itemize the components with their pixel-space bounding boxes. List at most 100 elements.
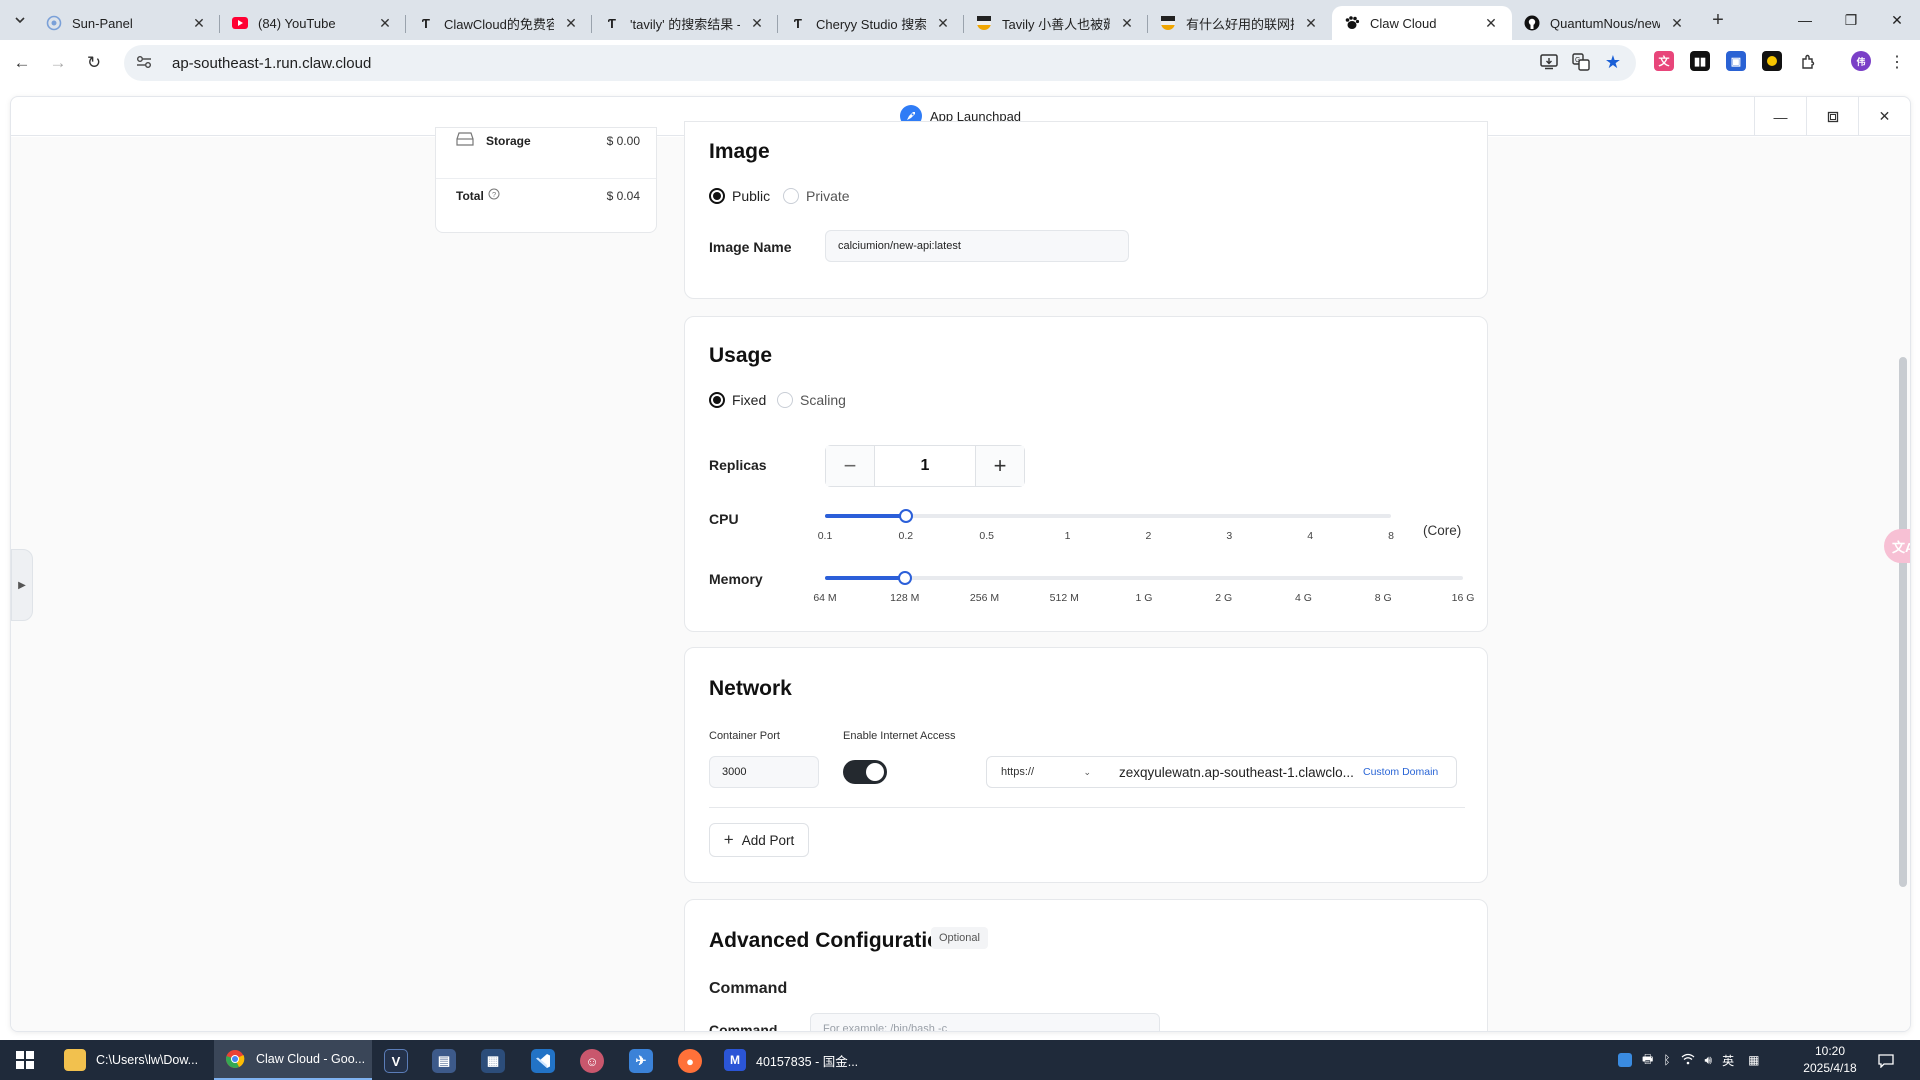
profile-avatar[interactable]: 伟	[1851, 51, 1871, 71]
cpu-slider-thumb[interactable]	[898, 509, 913, 523]
close-tab-icon[interactable]: ✕	[190, 14, 208, 32]
browser-tab[interactable]: Ƭ ClawCloud的免费容 ✕	[406, 6, 592, 40]
close-tab-icon[interactable]: ✕	[1668, 14, 1686, 32]
image-name-input[interactable]: calciumion/new-api:latest	[825, 230, 1129, 262]
browser-tab[interactable]: 有什么好用的联网搜 ✕	[1148, 6, 1332, 40]
browser-tab[interactable]: Sun-Panel ✕	[34, 6, 220, 40]
ime-indicator[interactable]: 英	[1722, 1052, 1734, 1069]
decrement-button[interactable]: −	[826, 446, 874, 486]
help-circle-icon[interactable]: ?	[488, 188, 500, 203]
system-tray: 🖶 ᛒ 🔊︎ 英 ▦	[1618, 1040, 1759, 1080]
clipper-extension-icon[interactable]: ▣	[1726, 51, 1746, 71]
floating-translate-button[interactable]: 文A	[1884, 529, 1910, 563]
remote-desktop-icon[interactable]: ▤	[432, 1049, 456, 1073]
address-bar[interactable]: ap-southeast-1.run.claw.cloud	[124, 45, 1636, 81]
chevron-down-icon: ⌄	[1083, 766, 1091, 777]
memory-slider[interactable]	[825, 571, 1463, 585]
memory-slider-thumb[interactable]	[897, 571, 912, 585]
app-close-button[interactable]: ✕	[1858, 97, 1910, 136]
close-tab-icon[interactable]: ✕	[376, 14, 394, 32]
chrome-menu-icon[interactable]: ⋮	[1886, 51, 1908, 73]
notification-center-icon[interactable]	[1874, 1049, 1898, 1073]
close-tab-icon[interactable]: ✕	[748, 14, 766, 32]
private-radio[interactable]: Private	[783, 188, 850, 204]
translate-extension-icon[interactable]: 文	[1654, 51, 1674, 71]
new-tab-button[interactable]: +	[1704, 8, 1732, 32]
cpu-unit-label: (Core)	[1423, 523, 1462, 538]
replicas-value[interactable]: 1	[874, 446, 976, 486]
container-port-input[interactable]: 3000	[709, 756, 819, 788]
sun-panel-icon	[46, 15, 62, 31]
public-radio-label: Public	[732, 188, 771, 204]
vpn-app-icon[interactable]: V	[384, 1049, 408, 1073]
yellow-extension-icon[interactable]	[1762, 51, 1782, 71]
browser-tab[interactable]: Ƭ 'tavily' 的搜索结果 - ✕	[592, 6, 778, 40]
vscode-icon[interactable]	[531, 1049, 555, 1073]
taskbar-trading-app[interactable]: M 40157835 - 国金...	[720, 1040, 876, 1080]
custom-domain-link[interactable]: Custom Domain	[1363, 766, 1438, 778]
taskbar-explorer[interactable]: C:\Users\lw\Dow...	[54, 1040, 210, 1080]
close-tab-icon[interactable]: ✕	[1482, 14, 1500, 32]
plus-icon: +	[723, 830, 734, 849]
forward-icon[interactable]: →	[44, 49, 72, 77]
scaling-radio[interactable]: Scaling	[777, 392, 846, 408]
add-port-label: Add Port	[741, 832, 795, 848]
volume-icon[interactable]: 🔊︎	[1705, 1053, 1713, 1068]
character-app-icon[interactable]: ☺	[580, 1049, 604, 1073]
window-minimize-button[interactable]: —	[1782, 0, 1828, 40]
ime-mode-icon[interactable]: ▦	[1748, 1053, 1759, 1067]
close-tab-icon[interactable]: ✕	[934, 14, 952, 32]
domain-text: zexqyulewatn.ap-southeast-1.clawclo...	[1119, 764, 1354, 780]
page-scrollbar[interactable]	[1899, 357, 1907, 887]
close-tab-icon[interactable]: ✕	[562, 14, 580, 32]
command-input[interactable]: For example: /bin/bash -c	[810, 1013, 1160, 1031]
network-tool-icon[interactable]: ▦	[481, 1049, 505, 1073]
firefox-icon[interactable]: ●	[678, 1049, 702, 1073]
taskbar-clock[interactable]: 10:20 2025/4/18	[1796, 1043, 1864, 1077]
browser-tab[interactable]: Tavily 小善人也被薅 ✕	[964, 6, 1148, 40]
clock-date: 2025/4/18	[1803, 1061, 1857, 1075]
tray-app-icon[interactable]	[1618, 1053, 1632, 1067]
browser-tab-active[interactable]: Claw Cloud ✕	[1332, 6, 1512, 40]
internet-access-toggle[interactable]	[843, 760, 887, 784]
fixed-radio[interactable]: Fixed	[709, 392, 766, 408]
close-tab-icon[interactable]: ✕	[1118, 14, 1136, 32]
tab-search-chevron-icon[interactable]	[8, 8, 32, 32]
slider-tick-label: 4	[1307, 530, 1314, 542]
start-button[interactable]	[0, 1040, 50, 1080]
printer-icon[interactable]: 🖶	[1642, 1050, 1653, 1071]
translate-icon[interactable]: G	[1570, 51, 1592, 73]
bird-app-icon[interactable]: ✈	[629, 1049, 653, 1073]
window-close-button[interactable]: ✕	[1874, 0, 1920, 40]
install-app-icon[interactable]	[1538, 51, 1560, 73]
browser-tab[interactable]: Ƭ Cheryy Studio 搜索 ✕	[778, 6, 964, 40]
caret-right-icon: ▶	[18, 579, 26, 591]
back-icon[interactable]: ←	[8, 49, 36, 77]
extensions-puzzle-icon[interactable]	[1797, 51, 1819, 73]
storage-icon	[456, 132, 474, 149]
browser-tab[interactable]: (84) YouTube ✕	[220, 6, 406, 40]
app-minimize-button[interactable]: —	[1754, 97, 1806, 136]
add-port-button[interactable]: + Add Port	[709, 823, 809, 857]
fixed-radio-label: Fixed	[732, 392, 767, 408]
radio-empty-icon	[783, 188, 799, 204]
public-radio[interactable]: Public	[709, 188, 770, 204]
taskbar-chrome[interactable]: Claw Cloud - Goo...	[214, 1040, 372, 1080]
bluetooth-icon[interactable]: ᛒ	[1663, 1053, 1670, 1067]
app-maximize-button[interactable]	[1806, 97, 1858, 136]
wifi-icon[interactable]	[1681, 1053, 1695, 1068]
window-restore-button[interactable]: ❐	[1828, 0, 1874, 40]
reload-icon[interactable]: ↻	[80, 49, 108, 77]
protocol-select[interactable]: https:// ⌄	[986, 756, 1106, 788]
close-tab-icon[interactable]: ✕	[1302, 14, 1320, 32]
bookmark-star-icon[interactable]: ★	[1602, 51, 1624, 73]
usage-card: Usage Fixed Scaling Replicas − 1 + CPU 0…	[684, 316, 1488, 632]
memory-slider-track	[825, 576, 1463, 580]
browser-tab[interactable]: QuantumNous/new ✕	[1512, 6, 1698, 40]
sidebar-expand-handle[interactable]: ▶	[11, 549, 33, 621]
cpu-slider[interactable]	[825, 509, 1391, 523]
media-extension-icon[interactable]: ▮▮	[1690, 51, 1710, 71]
site-settings-icon[interactable]	[136, 55, 156, 72]
tab-title: ClawCloud的免费容	[444, 16, 554, 32]
increment-button[interactable]: +	[976, 446, 1024, 486]
